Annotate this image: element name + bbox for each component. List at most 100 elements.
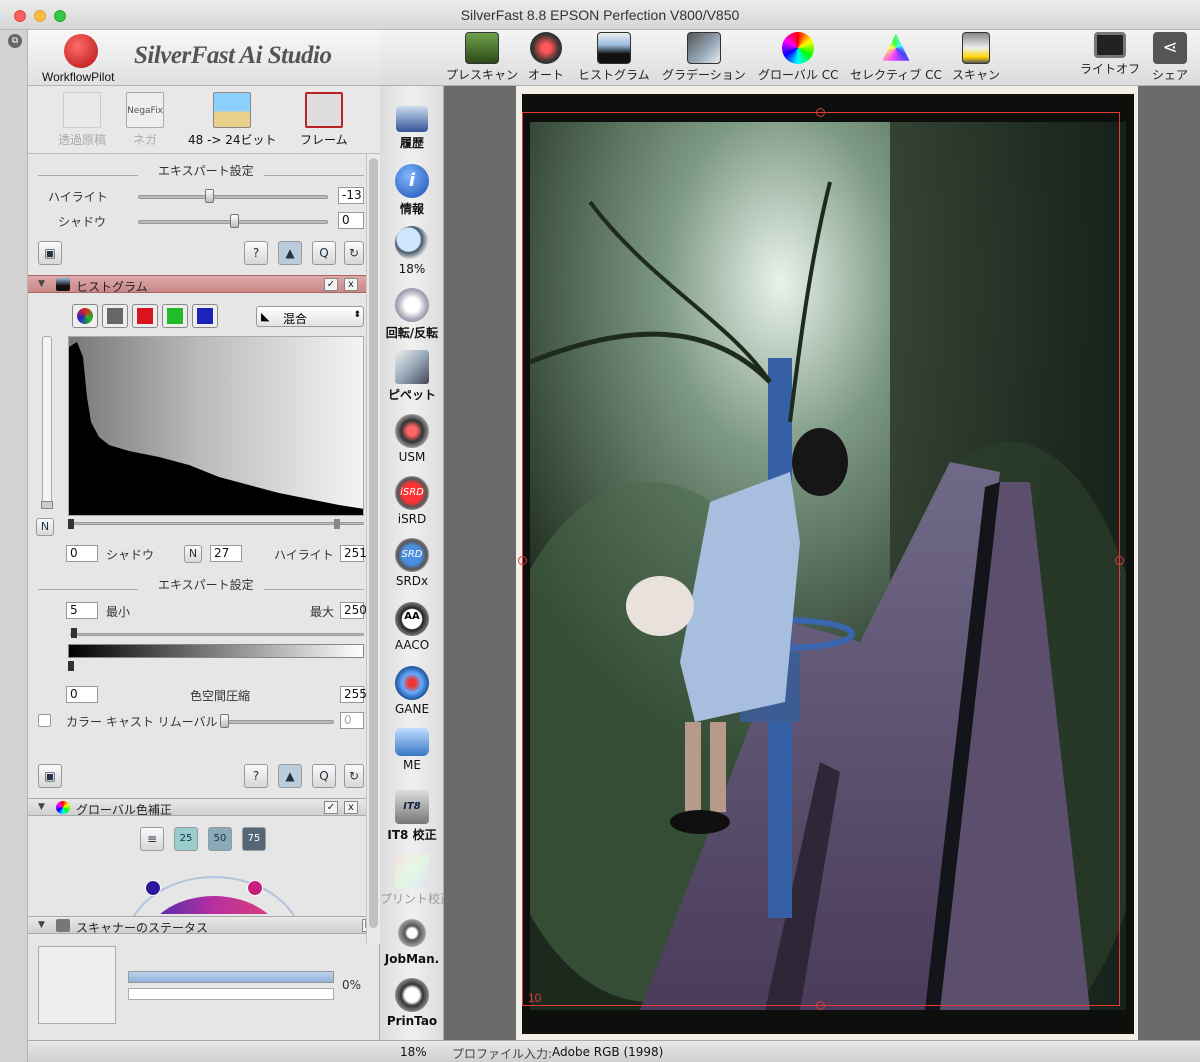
color-wheel-handle-magenta[interactable]	[247, 880, 263, 896]
collapse-triangle-icon[interactable]: ▼	[38, 802, 45, 812]
expert-mode-button-2[interactable]: ▲	[278, 764, 302, 788]
reset-button-2[interactable]: ↻	[344, 764, 364, 788]
compress-left-field[interactable]: 0	[66, 686, 98, 703]
printao-tool[interactable]: PrinTao	[380, 978, 444, 1028]
aaco-tool[interactable]: AA AACO	[380, 602, 444, 652]
highlight-point-handle[interactable]	[334, 519, 340, 529]
histogram-level-knob[interactable]	[41, 501, 53, 509]
histogram-graph[interactable]	[68, 336, 364, 516]
pipette-tool[interactable]: ピペット	[380, 350, 444, 403]
shadow-value-field[interactable]: 0	[338, 212, 364, 229]
channel-red-button[interactable]	[132, 304, 158, 328]
left-panel-scrollbar[interactable]	[366, 154, 380, 944]
expert-settings-title: エキスパート設定	[158, 164, 254, 178]
zoom-tool[interactable]: 18%	[380, 226, 444, 276]
it8-tool[interactable]: IT8 IT8 校正	[380, 790, 444, 843]
quicktime-help-button-2[interactable]: Q	[312, 764, 336, 788]
histogram-section-header[interactable]: ▼ ヒストグラム ✓ x	[28, 275, 366, 294]
channel-rgb-button[interactable]	[72, 304, 98, 328]
frame-handle-right[interactable]	[1115, 556, 1124, 565]
transparency-mode-button[interactable]: 透過原稿	[58, 92, 106, 148]
shadow-slider-knob[interactable]	[230, 214, 239, 228]
frame-handle-top[interactable]	[816, 108, 825, 117]
histogram-mode-select[interactable]: ◣ 混合 ⬍	[256, 306, 364, 327]
gane-tool[interactable]: GANE	[380, 666, 444, 716]
neutral-toggle-button[interactable]: N	[36, 518, 54, 536]
collapse-triangle-icon[interactable]: ▼	[38, 920, 45, 930]
color-cast-value-field[interactable]: 0	[340, 712, 364, 729]
gradation-button[interactable]: グラデーション	[662, 32, 746, 83]
rotate-tool[interactable]: 回転/反転	[380, 288, 444, 341]
global-cc-section-header[interactable]: ▼ グローバル色補正 ✓ x	[28, 798, 366, 817]
save-settings-button-2[interactable]: ▣	[38, 764, 62, 788]
global-cc-enable-checkbox[interactable]: ✓	[324, 801, 338, 814]
quicktime-help-button[interactable]: Q	[312, 241, 336, 265]
expert-mode-button[interactable]: ▲	[278, 241, 302, 265]
color-cast-slider-track[interactable]	[224, 720, 334, 724]
neutral-button[interactable]: N	[184, 545, 202, 563]
frame-button[interactable]: フレーム	[300, 92, 348, 148]
isrd-tool[interactable]: iSRD iSRD	[380, 476, 444, 526]
reset-button[interactable]: ↻	[344, 241, 364, 265]
frame-handle-left[interactable]	[518, 556, 527, 565]
color-wheel-handle-blue[interactable]	[145, 880, 161, 896]
channel-gray-button[interactable]	[102, 304, 128, 328]
scan-button[interactable]: スキャン	[952, 32, 1000, 83]
shadow-point-handle[interactable]	[68, 519, 74, 529]
scan-frame-selection[interactable]	[522, 112, 1120, 1006]
min-value-field[interactable]: 5	[66, 602, 98, 619]
channel-blue-button[interactable]	[192, 304, 218, 328]
left-panel-scroll-thumb[interactable]	[369, 158, 378, 928]
frame-handle-bottom[interactable]	[816, 1001, 825, 1010]
highlight-value-field[interactable]: -13	[338, 187, 364, 204]
help-button-2[interactable]: ?	[244, 764, 268, 788]
save-settings-button[interactable]: ▣	[38, 241, 62, 265]
color-cast-slider-knob[interactable]	[220, 714, 229, 728]
jobmanager-tool[interactable]: JobMan.	[380, 916, 444, 966]
cc-step-25-button[interactable]: 25	[174, 827, 198, 851]
auto-button[interactable]: オート	[528, 32, 564, 83]
usm-tool[interactable]: USM	[380, 414, 444, 464]
cc-step-50-button[interactable]: 50	[208, 827, 232, 851]
histogram-button[interactable]: ヒストグラム	[578, 32, 650, 83]
me-tool[interactable]: ME	[380, 728, 444, 772]
scanner-status-header[interactable]: ▼ スキャナーのステータス ⇱	[28, 916, 380, 935]
selective-cc-button[interactable]: セレクティブ CC	[850, 32, 942, 83]
cc-list-button[interactable]: ≡	[140, 827, 164, 851]
histogram-shadow-field[interactable]: 0	[66, 545, 98, 562]
histogram-enable-checkbox[interactable]: ✓	[324, 278, 338, 291]
color-cast-removal-checkbox[interactable]	[38, 714, 51, 727]
aaco-icon: AA	[395, 602, 429, 636]
srdx-tool[interactable]: SRD SRDx	[380, 538, 444, 588]
print-proof-tool[interactable]: プリント校正	[380, 854, 452, 907]
collapse-triangle-icon[interactable]: ▼	[38, 279, 45, 289]
histogram-close-button[interactable]: x	[344, 278, 358, 291]
histogram-highlight-field[interactable]: 251	[340, 545, 367, 562]
share-button[interactable]: ⋖ シェア	[1152, 32, 1188, 83]
info-tool[interactable]: i 情報	[380, 164, 444, 217]
history-tool[interactable]: 履歴	[380, 106, 444, 151]
preview-area[interactable]: 10	[444, 86, 1200, 1040]
panel-toggle-icon[interactable]: ⧉	[8, 34, 22, 48]
global-cc-button[interactable]: グローバル CC	[758, 32, 838, 83]
lights-off-button[interactable]: ライトオフ	[1080, 32, 1140, 77]
global-cc-close-button[interactable]: x	[344, 801, 358, 814]
bitdepth-button[interactable]: 48 -> 24ビット	[188, 92, 277, 148]
min-slider-handle[interactable]	[71, 628, 77, 638]
cc-step-75-button[interactable]: 75	[242, 827, 266, 851]
compress-right-field[interactable]: 255	[340, 686, 367, 703]
highlight-slider-track[interactable]	[138, 195, 328, 199]
max-value-field[interactable]: 250	[340, 602, 367, 619]
histogram-neutral-field[interactable]: 27	[210, 545, 242, 562]
min-max-slider-track[interactable]	[70, 633, 364, 636]
highlight-slider-knob[interactable]	[205, 189, 214, 203]
prescan-button[interactable]: プレスキャン	[446, 32, 518, 83]
compression-handle[interactable]	[68, 661, 74, 671]
histogram-level-slider[interactable]	[41, 336, 53, 509]
negative-mode-button[interactable]: NegaFix ネガ	[126, 92, 164, 148]
channel-green-button[interactable]	[162, 304, 188, 328]
workflow-pilot-icon[interactable]	[64, 34, 98, 68]
workflow-pilot-label[interactable]: WorkflowPilot	[42, 70, 114, 84]
help-button[interactable]: ?	[244, 241, 268, 265]
histogram-input-range-track[interactable]	[70, 522, 364, 525]
